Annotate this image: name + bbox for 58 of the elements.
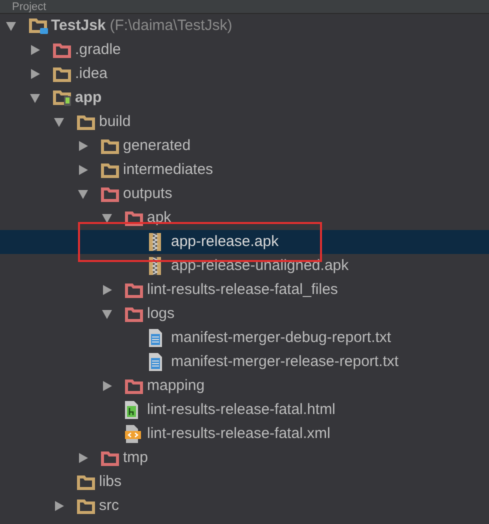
item-name: apk	[147, 208, 172, 228]
folder-icon	[125, 306, 143, 322]
item-name: tmp	[123, 448, 148, 468]
folder-icon	[125, 378, 143, 394]
item-name: outputs	[123, 184, 172, 204]
item-name: src	[99, 496, 119, 516]
item-name: app-release.apk	[171, 232, 279, 252]
item-name: libs	[99, 472, 122, 492]
item-name: app-release-unaligned.apk	[171, 256, 349, 276]
text-file-icon	[149, 353, 162, 371]
item-name: manifest-merger-debug-report.txt	[171, 328, 392, 348]
item-name: app	[75, 88, 102, 108]
item-path: (F:\daima\TestJsk)	[110, 16, 232, 36]
expanded-arrow-icon[interactable]	[53, 116, 65, 128]
item-name: .idea	[75, 64, 108, 84]
project-folder-icon	[29, 18, 49, 34]
folder-icon	[101, 162, 119, 178]
collapsed-arrow-icon[interactable]	[53, 500, 65, 512]
archive-file-icon	[149, 233, 161, 251]
folder-icon	[53, 66, 71, 82]
collapsed-arrow-icon[interactable]	[77, 452, 89, 464]
panel-title: Project	[12, 0, 46, 12]
folder-icon	[77, 114, 95, 130]
expanded-arrow-icon[interactable]	[29, 92, 41, 104]
collapsed-arrow-icon[interactable]	[101, 380, 113, 392]
collapsed-arrow-icon[interactable]	[29, 68, 41, 80]
item-name: lint-results-release-fatal.html	[147, 400, 336, 420]
module-folder-icon	[53, 90, 73, 106]
collapsed-arrow-icon[interactable]	[77, 164, 89, 176]
collapsed-arrow-icon[interactable]	[77, 140, 89, 152]
folder-icon	[101, 450, 119, 466]
folder-icon	[125, 210, 143, 226]
item-name: intermediates	[123, 160, 214, 180]
folder-icon	[125, 282, 143, 298]
expanded-arrow-icon[interactable]	[77, 188, 89, 200]
xml-file-icon	[125, 425, 141, 443]
folder-icon	[101, 138, 119, 154]
item-name: TestJsk	[51, 16, 106, 36]
collapsed-arrow-icon[interactable]	[101, 284, 113, 296]
expanded-arrow-icon[interactable]	[101, 308, 113, 320]
folder-icon	[53, 42, 71, 58]
item-name: mapping	[147, 376, 205, 396]
collapsed-arrow-icon[interactable]	[29, 44, 41, 56]
item-name: lint-results-release-fatal_files	[147, 280, 338, 300]
item-name: generated	[123, 136, 191, 156]
tree-row[interactable]: app-release.apk	[0, 230, 489, 254]
item-name: manifest-merger-release-report.txt	[171, 352, 399, 372]
item-name: lint-results-release-fatal.xml	[147, 424, 330, 444]
text-file-icon	[149, 329, 162, 347]
html-file-icon	[125, 401, 138, 419]
folder-icon	[77, 474, 95, 490]
expanded-arrow-icon[interactable]	[5, 20, 17, 32]
expanded-arrow-icon[interactable]	[101, 212, 113, 224]
folder-icon	[77, 498, 95, 514]
item-name: .gradle	[75, 40, 121, 60]
item-name: build	[99, 112, 131, 132]
item-name: logs	[147, 304, 175, 324]
folder-icon	[101, 186, 119, 202]
